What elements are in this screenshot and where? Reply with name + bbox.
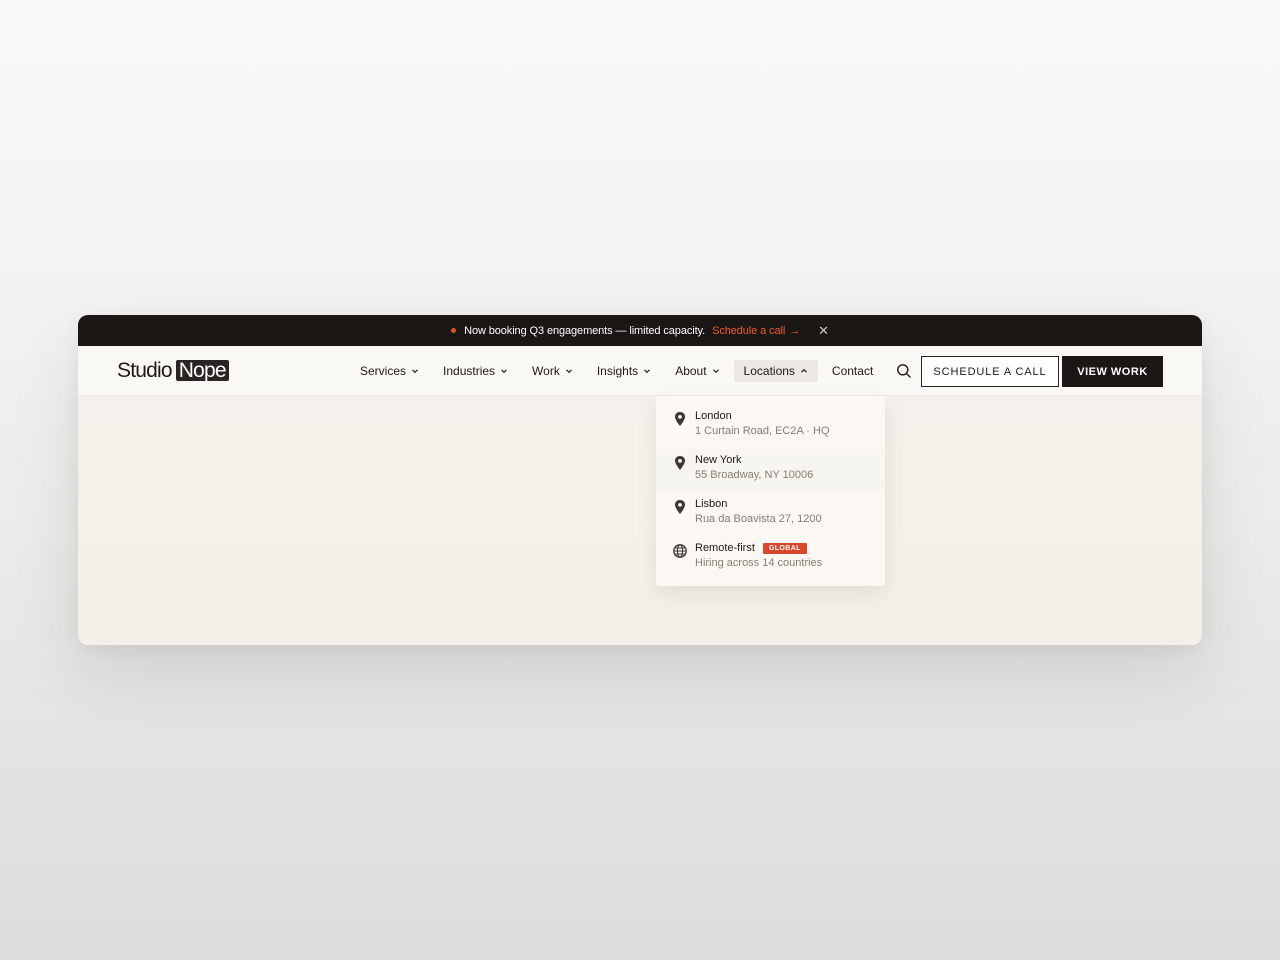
globe-icon <box>673 544 687 558</box>
nav-item-contact[interactable]: Contact <box>822 360 883 382</box>
global-badge: GLOBAL <box>762 542 807 554</box>
schedule-call-button[interactable]: SCHEDULE A CALL <box>921 356 1059 387</box>
chevron-down-icon <box>644 369 651 374</box>
nav-item-label: About <box>675 364 707 378</box>
main-navbar: Studio Nope Services Industries Work Ins… <box>78 346 1202 396</box>
location-name-row: Remote-first GLOBAL <box>695 541 822 555</box>
chevron-down-icon <box>501 369 507 374</box>
announcement-text: Now booking Q3 engagements — limited cap… <box>464 324 706 337</box>
chevron-down-icon <box>412 369 418 374</box>
arrow-right-icon: → <box>789 324 801 337</box>
nav-item-work[interactable]: Work <box>522 360 583 382</box>
logo-text-nope: Nope <box>175 360 229 381</box>
logo-text-studio: Studio <box>117 358 173 382</box>
search-icon[interactable] <box>895 362 913 380</box>
status-dot <box>451 328 457 333</box>
map-pin-icon <box>675 456 685 470</box>
chevron-down-icon <box>565 369 572 374</box>
announcement-cta-label: Schedule a call <box>712 324 786 337</box>
nav-menu: Services Industries Work Insights About … <box>350 346 887 396</box>
nav-item-label: Insights <box>596 364 639 378</box>
nav-item-label: Work <box>532 364 560 378</box>
nav-item-about[interactable]: About <box>665 360 729 382</box>
nav-item-label: Services <box>360 364 407 378</box>
location-name: London <box>695 410 732 422</box>
chevron-down-icon <box>712 369 719 374</box>
browser-window: Now booking Q3 engagements — limited cap… <box>78 315 1202 645</box>
location-item-london[interactable]: London 1 Curtain Road, EC2A · HQ <box>656 405 885 449</box>
nav-item-locations[interactable]: Locations <box>733 360 818 382</box>
nav-item-insights[interactable]: Insights <box>587 360 661 382</box>
view-work-button[interactable]: VIEW WORK <box>1062 356 1163 387</box>
announcement-cta-link[interactable]: Schedule a call → <box>712 325 800 337</box>
locations-dropdown: London 1 Curtain Road, EC2A · HQ New Yor… <box>656 396 885 586</box>
location-item-remote[interactable]: Remote-first GLOBAL Hiring across 14 cou… <box>656 537 885 581</box>
announcement-bar: Now booking Q3 engagements — limited cap… <box>78 315 1202 346</box>
location-address: 55 Broadway, NY 10006 <box>695 469 814 481</box>
location-name: New York <box>695 454 742 466</box>
location-address: Hiring across 14 countries <box>695 557 823 569</box>
nav-item-label: Contact <box>831 364 874 378</box>
chevron-up-icon <box>801 368 807 373</box>
location-name: Remote-first <box>695 542 755 554</box>
nav-item-label: Locations <box>743 364 795 378</box>
location-address: Rua da Boavista 27, 1200 <box>695 513 822 525</box>
close-icon[interactable]: ✕ <box>818 324 829 337</box>
location-item-new-york[interactable]: New York 55 Broadway, NY 10006 <box>656 449 885 493</box>
map-pin-icon <box>675 412 685 426</box>
location-address: 1 Curtain Road, EC2A · HQ <box>695 425 830 437</box>
location-item-lisbon[interactable]: Lisbon Rua da Boavista 27, 1200 <box>656 493 885 537</box>
nav-item-label: Industries <box>443 364 496 378</box>
nav-item-industries[interactable]: Industries <box>433 360 518 382</box>
nav-item-services[interactable]: Services <box>350 360 429 382</box>
logo[interactable]: Studio Nope <box>117 359 229 383</box>
location-name: Lisbon <box>695 498 728 510</box>
map-pin-icon <box>675 500 685 514</box>
